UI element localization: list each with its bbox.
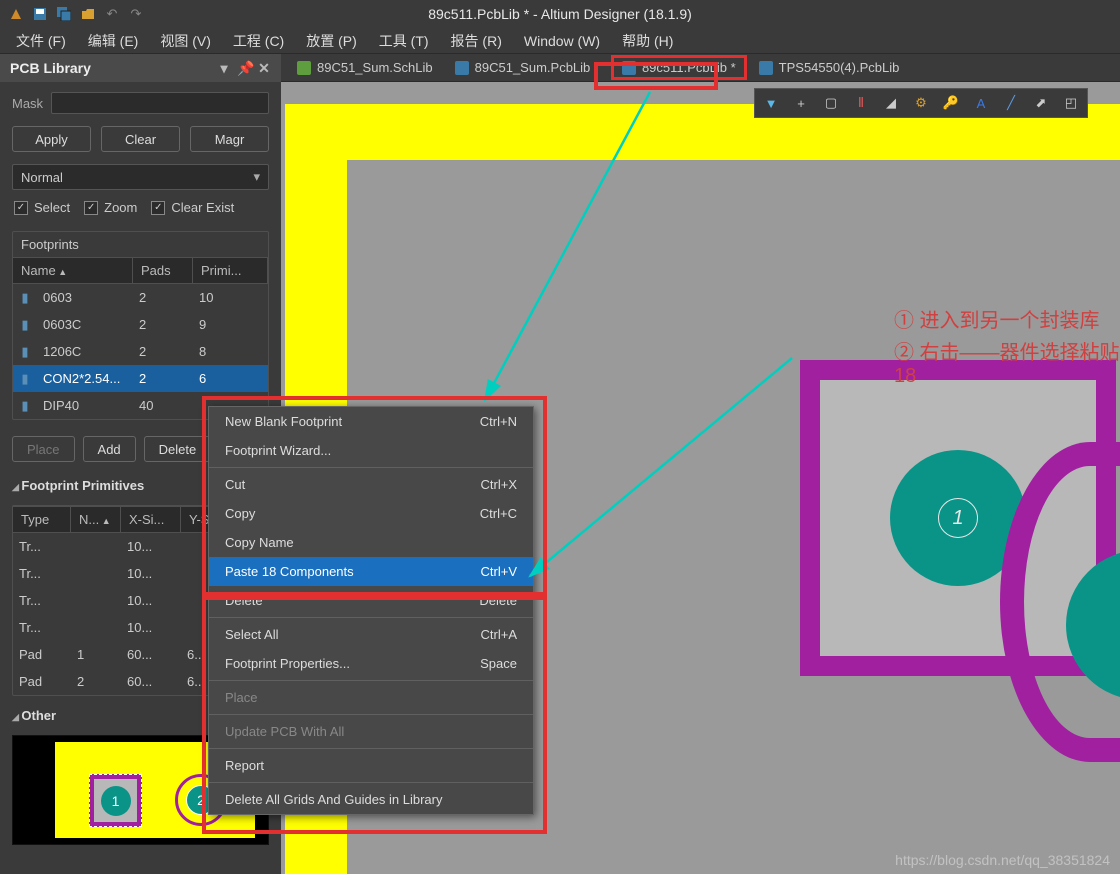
context-menu-item[interactable]: Select AllCtrl+A xyxy=(209,620,533,649)
check-clearexist[interactable]: ✓Clear Exist xyxy=(151,200,234,215)
context-menu-item[interactable]: Footprint Properties...Space xyxy=(209,649,533,678)
context-menu-item[interactable]: CopyCtrl+C xyxy=(209,499,533,528)
tab[interactable]: 89C51_Sum.SchLib xyxy=(287,56,443,79)
add-button[interactable]: Add xyxy=(83,436,136,462)
menu-edit[interactable]: 编辑 (E) xyxy=(78,28,149,54)
filter-combo[interactable]: Normal xyxy=(12,164,269,190)
app-icon xyxy=(8,6,24,22)
window-title: 89c511.PcbLib * - Altium Designer (18.1.… xyxy=(428,6,692,22)
clear-button[interactable]: Clear xyxy=(101,126,180,152)
table-row[interactable]: ▮1206C28 xyxy=(13,338,268,365)
menu-tools[interactable]: 工具 (T) xyxy=(369,28,439,54)
line-icon[interactable]: ╱ xyxy=(999,91,1023,115)
menu-file[interactable]: 文件 (F) xyxy=(6,28,76,54)
annotation-1: ① 进入到另一个封装库 xyxy=(894,304,1100,333)
table-row[interactable]: ▮CON2*2.54...26 xyxy=(13,365,268,392)
filter-icon[interactable]: ▼ xyxy=(759,91,783,115)
open-icon[interactable] xyxy=(80,6,96,22)
panel-dropdown-icon[interactable]: ▾ xyxy=(217,60,231,77)
pad-2[interactable] xyxy=(1066,550,1120,700)
table-row[interactable]: ▮0603C29 xyxy=(13,311,268,338)
menu-project[interactable]: 工程 (C) xyxy=(223,28,294,54)
footprints-header: Footprints xyxy=(13,232,268,257)
panel-header: PCB Library ▾ 📌 ✕ xyxy=(0,54,281,82)
delete-button[interactable]: Delete xyxy=(144,436,212,462)
col-pads[interactable]: Pads xyxy=(133,258,193,283)
col-x[interactable]: X-Si... xyxy=(121,507,181,532)
watermark: https://blog.csdn.net/qq_38351824 xyxy=(895,852,1110,868)
table-row[interactable]: ▮0603210 xyxy=(13,284,268,311)
preview-comp-1[interactable]: 1 xyxy=(89,774,142,827)
context-menu-item[interactable]: Copy Name xyxy=(209,528,533,557)
menu-view[interactable]: 视图 (V) xyxy=(150,28,221,54)
tab[interactable]: 89C51_Sum.PcbLib * xyxy=(445,56,609,79)
menu-report[interactable]: 报告 (R) xyxy=(441,28,512,54)
magnify-button[interactable]: Magr xyxy=(190,126,269,152)
col-name[interactable]: Name xyxy=(13,258,133,283)
col-n[interactable]: N... xyxy=(71,507,121,532)
view-toolbar: ▼ + ▢ ⦀ ◢ ⚙ 🔑 A ╱ ⬈ ◰ xyxy=(754,88,1088,118)
apply-button[interactable]: Apply xyxy=(12,126,91,152)
save-all-icon[interactable] xyxy=(56,6,72,22)
undo-icon[interactable]: ↶ xyxy=(104,6,120,22)
mask-label: Mask xyxy=(12,96,43,111)
context-menu: New Blank FootprintCtrl+NFootprint Wizar… xyxy=(208,406,534,815)
check-zoom[interactable]: ✓Zoom xyxy=(84,200,137,215)
save-icon[interactable] xyxy=(32,6,48,22)
context-menu-item[interactable]: Footprint Wizard... xyxy=(209,436,533,465)
context-menu-item[interactable]: Report xyxy=(209,751,533,780)
annotation-2: ② 右击——器件选择粘贴18 xyxy=(894,336,1120,388)
bars-icon[interactable]: ⦀ xyxy=(849,91,873,115)
fit-icon[interactable]: ◰ xyxy=(1059,91,1083,115)
context-menu-item[interactable]: Paste 18 ComponentsCtrl+V xyxy=(209,557,533,586)
menu-bar: 文件 (F) 编辑 (E) 视图 (V) 工程 (C) 放置 (P) 工具 (T… xyxy=(0,28,1120,54)
menu-window[interactable]: Window (W) xyxy=(514,30,610,52)
plus-icon[interactable]: + xyxy=(789,91,813,115)
panel-title: PCB Library xyxy=(10,60,91,76)
pin-icon[interactable]: 📌 xyxy=(237,60,251,77)
footprints-table: Name Pads Primi... ▮0603210▮0603C29▮1206… xyxy=(13,257,268,419)
check-select[interactable]: ✓Select xyxy=(14,200,70,215)
col-type[interactable]: Type xyxy=(13,507,71,532)
close-icon[interactable]: ✕ xyxy=(257,60,271,77)
text-icon[interactable]: A xyxy=(969,91,993,115)
menu-place[interactable]: 放置 (P) xyxy=(296,28,367,54)
context-menu-item[interactable]: DeleteDelete xyxy=(209,586,533,615)
col-prim[interactable]: Primi... xyxy=(193,258,268,283)
resize-icon[interactable]: ⬈ xyxy=(1029,91,1053,115)
context-menu-item[interactable]: Delete All Grids And Guides in Library xyxy=(209,785,533,814)
context-menu-item[interactable]: CutCtrl+X xyxy=(209,470,533,499)
document-tabs: 89C51_Sum.SchLib89C51_Sum.PcbLib *89c511… xyxy=(281,54,1120,82)
place-button[interactable]: Place xyxy=(12,436,75,462)
redo-icon[interactable]: ↷ xyxy=(128,6,144,22)
context-menu-item[interactable]: New Blank FootprintCtrl+N xyxy=(209,407,533,436)
tab[interactable]: 89c511.PcbLib * xyxy=(611,55,747,80)
select-icon[interactable]: ▢ xyxy=(819,91,843,115)
gear-icon[interactable]: ⚙ xyxy=(909,91,933,115)
mask-input[interactable] xyxy=(51,92,269,114)
tab[interactable]: TPS54550(4).PcbLib xyxy=(749,56,910,79)
context-menu-item: Place xyxy=(209,683,533,712)
context-menu-item: Update PCB With All xyxy=(209,717,533,746)
menu-help[interactable]: 帮助 (H) xyxy=(612,28,683,54)
key-icon[interactable]: 🔑 xyxy=(939,91,963,115)
eraser-icon[interactable]: ◢ xyxy=(879,91,903,115)
